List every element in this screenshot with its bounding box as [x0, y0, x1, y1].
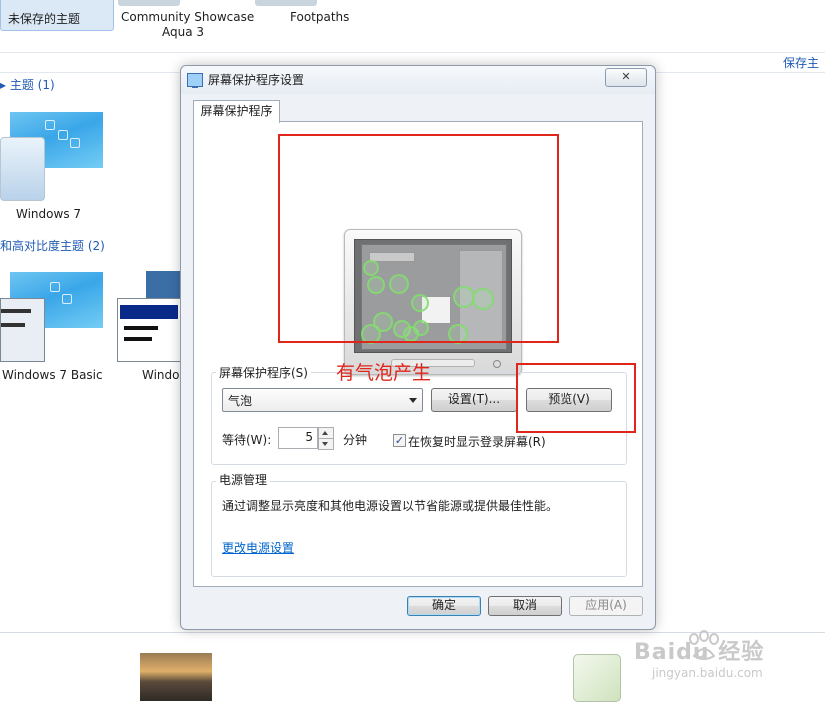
power-management-group: [211, 481, 627, 577]
aqua-label: Aqua 3: [162, 25, 205, 39]
wait-minutes-input[interactable]: 5: [278, 427, 318, 449]
wait-minutes-value: 5: [305, 430, 313, 444]
my-themes-heading: ▸ 主题 (1): [0, 76, 55, 93]
screensaver-select-value: 气泡: [228, 394, 253, 408]
decor: [1, 323, 25, 327]
decor: [58, 130, 68, 140]
windows7-basic-window-preview: [0, 298, 45, 362]
preview-button-highlight-box: [516, 363, 636, 433]
annotation-text: 有气泡产生: [336, 362, 432, 384]
power-description: 通过调整显示亮度和其他电源设置以节省能源或提供最佳性能。: [222, 499, 559, 513]
my-themes-label: 主题 (1): [9, 78, 55, 92]
save-theme-link[interactable]: 保存主: [783, 54, 819, 71]
windows7-basic-label: Windows 7 Basic: [2, 368, 103, 382]
classic-window-preview: [117, 298, 182, 362]
wait-label: 等待(W):: [222, 433, 272, 447]
decor: [50, 282, 60, 292]
watermark-brand: Baidu 经验: [634, 640, 765, 665]
apply-button: 应用(A): [569, 596, 643, 616]
change-power-settings-link[interactable]: 更改电源设置: [222, 539, 294, 556]
decor: [124, 326, 158, 330]
windows7-label: Windows 7: [16, 207, 82, 221]
decor: [1, 309, 31, 313]
windows7-color-swatch[interactable]: [0, 137, 45, 201]
separator: [0, 52, 825, 53]
decor: [45, 120, 55, 130]
monitor-icon: [187, 73, 203, 88]
desktop-background-thumbnail[interactable]: [140, 653, 212, 701]
ok-button[interactable]: 确定: [407, 596, 481, 616]
resume-logon-label[interactable]: 在恢复时显示登录屏幕(R): [408, 433, 546, 450]
screensaver-select[interactable]: 气泡: [222, 388, 423, 412]
settings-button[interactable]: 设置(T)...: [431, 388, 517, 412]
spin-down-icon[interactable]: [318, 438, 334, 450]
decor: [120, 305, 178, 319]
window-color-thumbnail[interactable]: [573, 654, 621, 702]
resume-logon-checkbox[interactable]: ✓: [393, 434, 406, 447]
chevron-down-icon: [409, 398, 417, 403]
decor: [62, 294, 72, 304]
minutes-label: 分钟: [343, 433, 368, 447]
arrow-icon: ▸: [0, 78, 10, 92]
preview-highlight-box: [278, 134, 559, 343]
baidu-jingyan-watermark: Baidu 经验 jingyan.baidu.com: [634, 628, 794, 688]
power-indicator-icon: [493, 360, 501, 368]
dialog-titlebar[interactable]: 屏幕保护程序设置 ✕: [181, 66, 655, 94]
tab-screensaver[interactable]: 屏幕保护程序: [193, 100, 280, 123]
close-button[interactable]: ✕: [605, 68, 647, 87]
unsaved-theme-label: 未保存的主题: [8, 12, 81, 26]
community-showcase-label: Community Showcase: [121, 10, 255, 24]
screensaver-group-title: 屏幕保护程序(S): [216, 364, 311, 381]
dialog-title: 屏幕保护程序设置: [208, 73, 305, 87]
footpaths-label: Footpaths: [290, 10, 350, 24]
basic-themes-heading: 和高对比度主题 (2): [0, 239, 105, 253]
footpaths-theme-tile[interactable]: [255, 0, 317, 6]
wait-spinner: [318, 427, 334, 450]
decor: [124, 337, 152, 341]
decor: [70, 138, 80, 148]
watermark-url: jingyan.baidu.com: [652, 666, 763, 680]
power-management-title: 电源管理: [216, 471, 271, 488]
cancel-button[interactable]: 取消: [488, 596, 562, 616]
community-theme-tile[interactable]: [118, 0, 180, 6]
